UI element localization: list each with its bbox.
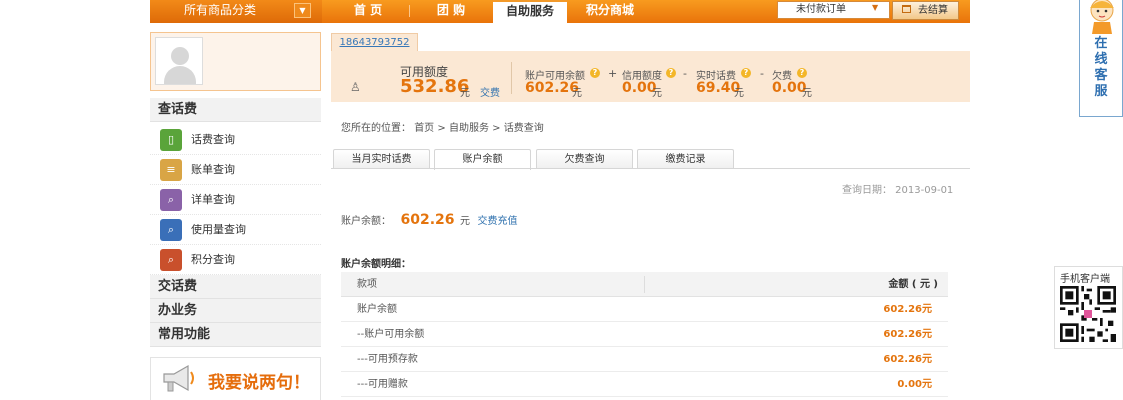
table-row: ---可用预存款 602.26元 — [341, 347, 948, 372]
balance-unit: 元 — [572, 88, 582, 99]
table-header: 款项 金额 ( 元 ) — [341, 272, 948, 297]
sidebar-item-label: 账单查询 — [191, 163, 235, 176]
breadcrumb-prefix: 您所在的位置： — [341, 123, 411, 134]
feedback-label[interactable]: 我要说两句！ — [208, 368, 310, 393]
category-label: 所有商品分类 — [184, 3, 257, 17]
nav-self-service[interactable]: 自助服务 — [493, 0, 567, 23]
balance-line-unit: 元 — [460, 216, 471, 227]
balance-line-label: 账户余额： — [341, 216, 391, 227]
qr-code-icon[interactable] — [1060, 286, 1116, 342]
chevron-down-icon[interactable]: ▼ — [294, 3, 311, 18]
row-item: ---可用赠款 — [357, 379, 408, 390]
breadcrumb-sep: > — [437, 123, 446, 134]
row-item: ---可用预存款 — [357, 354, 418, 365]
sidebar-section-pay-fees[interactable]: 交话费 — [150, 275, 321, 299]
row-amount: 602.26元 — [883, 354, 932, 365]
tab-arrears[interactable]: 欠费查询 — [536, 149, 633, 169]
order-select-value: 未付款订单 — [796, 4, 846, 15]
column-divider — [644, 276, 645, 293]
tab-label: 当月实时话费 — [351, 154, 412, 165]
table-row: --账户可用余额 602.26元 — [341, 322, 948, 347]
nav-home[interactable]: 首 页 — [327, 0, 409, 23]
plus-sign: + — [608, 67, 618, 80]
section-title: 常用功能 — [158, 327, 211, 342]
sidebar-item-label: 话费查询 — [191, 133, 235, 146]
table-row: ---可用赠款 0.00元 — [341, 372, 948, 397]
detail-title: 账户余额明细： — [341, 259, 411, 270]
tab-label: 欠费查询 — [564, 154, 605, 165]
help-icon[interactable]: ? — [797, 68, 807, 78]
points-search-icon: ⌕ — [160, 249, 182, 271]
available-credit-unit: 元 — [460, 88, 470, 99]
nav-groupbuy[interactable]: 团 购 — [410, 0, 492, 23]
phone-icon: ▯ — [160, 129, 182, 151]
sidebar-item-label: 详单查询 — [191, 193, 235, 206]
balance-line: 账户余额： 602.26 元 交费充值 — [341, 212, 518, 228]
row-item: 账户余额 — [357, 304, 397, 315]
tab-label: 缴费记录 — [665, 154, 706, 165]
credit-unit: 元 — [652, 88, 662, 99]
tab-realtime-fee[interactable]: 当月实时话费 — [333, 149, 430, 169]
row-amount: 602.26元 — [883, 329, 932, 340]
row-amount: 0.00元 — [897, 379, 932, 390]
tab-label: 账户余额 — [462, 154, 503, 165]
sidebar-section-common[interactable]: 常用功能 — [150, 323, 321, 347]
sidebar-item-label: 使用量查询 — [191, 223, 246, 236]
nav-home-label: 首 页 — [353, 3, 383, 17]
sidebar-section-business[interactable]: 办业务 — [150, 299, 321, 323]
breadcrumb-current: 话费查询 — [503, 123, 544, 134]
col-amount-header: 金额 ( 元 ) — [888, 279, 938, 290]
recharge-link[interactable]: 交费充值 — [478, 216, 518, 227]
table-row: 账户余额 602.26元 — [341, 297, 948, 322]
dropdown-arrow-icon[interactable]: ▼ — [872, 3, 878, 12]
tab-account-balance[interactable]: 账户余额 — [434, 149, 531, 170]
query-date: 查询日期： 2013-09-01 — [842, 185, 954, 196]
sidebar-section-check-fees[interactable]: 查话费 — [150, 98, 321, 122]
bill-icon: ≡ — [160, 159, 182, 181]
col-item-header: 款项 — [357, 279, 377, 290]
user-icon: ♙ — [350, 80, 361, 94]
mascot-icon — [1090, 0, 1114, 34]
sidebar-item-label: 积分查询 — [191, 253, 235, 266]
section-title: 交话费 — [158, 279, 198, 294]
row-amount: 602.26元 — [883, 304, 932, 315]
balance-line-value: 602.26 — [400, 212, 455, 228]
balance-value: 602.26 — [525, 80, 580, 96]
online-service-label[interactable]: 在线客服 — [1092, 36, 1110, 100]
breadcrumb-sep: > — [492, 123, 501, 134]
breadcrumb-home[interactable]: 首页 — [414, 123, 434, 134]
row-item: --账户可用余额 — [357, 329, 425, 340]
megaphone-icon — [163, 364, 194, 392]
help-icon[interactable]: ? — [590, 68, 600, 78]
checkout-label: 去结算 — [918, 5, 948, 16]
divider — [511, 62, 512, 94]
avatar[interactable] — [155, 37, 203, 85]
tab-underline — [331, 168, 970, 169]
help-icon[interactable]: ? — [666, 68, 676, 78]
minus-sign: - — [760, 67, 764, 80]
help-icon[interactable]: ? — [741, 68, 751, 78]
nav-points-mall-label: 积分商城 — [585, 3, 634, 17]
section-title: 查话费 — [158, 102, 198, 117]
mobile-client-label: 手机客户端 — [1060, 274, 1110, 285]
phone-number-tab[interactable]: 18643793752 — [331, 33, 418, 52]
cart-icon — [902, 5, 911, 13]
realtime-fee-unit: 元 — [734, 88, 744, 99]
section-title: 办业务 — [158, 303, 198, 318]
usage-search-icon: ⌕ — [160, 219, 182, 241]
nav-groupbuy-label: 团 购 — [436, 3, 466, 17]
owed-unit: 元 — [802, 88, 812, 99]
detail-search-icon: ⌕ — [160, 189, 182, 211]
pay-link[interactable]: 交费 — [480, 84, 500, 99]
minus-sign: - — [683, 67, 687, 80]
tab-payment-records[interactable]: 缴费记录 — [637, 149, 734, 169]
breadcrumb: 您所在的位置： 首页 > 自助服务 > 话费查询 — [341, 119, 544, 134]
nav-points-mall[interactable]: 积分商城 — [568, 0, 652, 23]
nav-self-service-label: 自助服务 — [505, 4, 554, 18]
breadcrumb-self-service[interactable]: 自助服务 — [449, 123, 489, 134]
